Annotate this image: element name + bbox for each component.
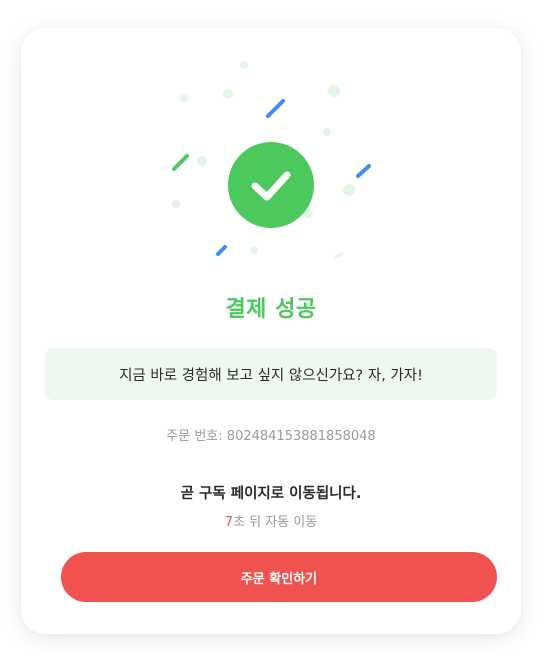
page-title: 결제 성공	[225, 297, 317, 322]
confetti-dot	[180, 94, 188, 102]
confetti-streak	[266, 99, 285, 118]
confetti-streak	[216, 245, 227, 256]
countdown-suffix: 초 뒤 자동 이동	[233, 515, 318, 530]
countdown-text: 7초 뒤 자동 이동	[21, 511, 521, 530]
order-number-value: 802484153881858048	[226, 429, 376, 444]
success-confetti-illustration	[172, 61, 371, 258]
redirect-message: 곧 구독 페이지로 이동됩니다.	[180, 486, 362, 502]
countdown-seconds: 7	[224, 515, 234, 530]
confetti-dot	[343, 184, 355, 196]
order-number-label: 주문 번호:	[166, 429, 223, 444]
confetti-dot	[240, 61, 248, 69]
confetti-dot	[250, 246, 258, 254]
payment-success-card: 결제 성공 지금 바로 경험해 보고 싶지 않으신가요? 자, 가자! 주문 번…	[21, 28, 521, 634]
promo-banner-text: 지금 바로 경험해 보고 싶지 않으신가요? 자, 가자!	[119, 367, 423, 384]
confetti-dot	[197, 156, 207, 166]
promo-banner: 지금 바로 경험해 보고 싶지 않으신가요? 자, 가자!	[45, 348, 497, 400]
confetti-streak	[172, 154, 189, 171]
confetti-dot	[223, 89, 233, 99]
confetti-streak	[356, 164, 371, 178]
confetti-streak	[333, 252, 343, 258]
check-circle-icon	[228, 142, 314, 228]
confetti-dot	[172, 200, 180, 208]
confirm-order-button[interactable]: 주문 확인하기	[61, 552, 497, 602]
confetti-dot	[328, 85, 340, 97]
order-number: 주문 번호: 802484153881858048	[21, 425, 521, 444]
confetti-dot	[323, 128, 331, 136]
